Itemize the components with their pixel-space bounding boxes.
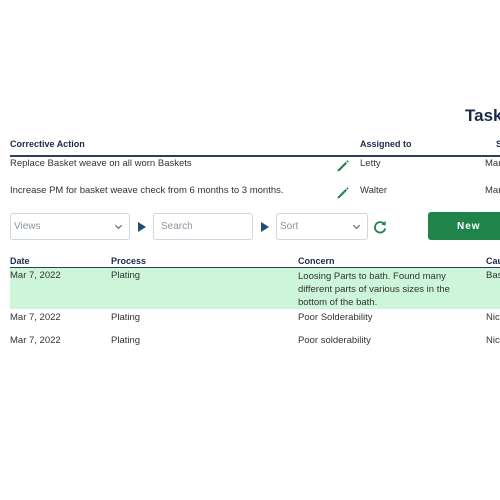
cause-cell: Nic: [486, 312, 500, 323]
sort-select[interactable]: Sort: [276, 213, 368, 240]
corrective-action-text: Increase PM for basket weave check from …: [10, 185, 284, 196]
table-row[interactable]: Mar 7, 2022 Plating Poor solderability N…: [10, 333, 500, 353]
date-cell: Mar 7, 2022: [10, 270, 61, 281]
column-header-process[interactable]: Process: [111, 256, 146, 266]
refresh-icon[interactable]: [372, 219, 388, 235]
sort-select-value: Sort: [280, 221, 299, 232]
cause-cell: Nic: [486, 335, 500, 346]
corrective-action-header: Corrective Action Assigned to S: [10, 139, 500, 157]
column-header-concern[interactable]: Concern: [298, 256, 335, 266]
chevron-down-icon: [352, 224, 361, 230]
corrective-action-text: Replace Basket weave on all worn Baskets: [10, 158, 192, 169]
concern-cell: Poor Solderability: [298, 312, 373, 323]
column-header-assigned-to[interactable]: Assigned to: [360, 139, 412, 149]
column-header-status[interactable]: S: [496, 139, 500, 149]
views-select-value: Views: [14, 221, 41, 232]
edit-pencil-icon[interactable]: [336, 186, 350, 200]
assigned-to-text: Walter: [360, 185, 388, 196]
concerns-header: Date Process Concern Cau: [10, 255, 500, 269]
column-header-cause[interactable]: Cau: [486, 256, 500, 266]
date-text: Mar: [485, 158, 500, 169]
corrective-action-row[interactable]: Replace Basket weave on all worn Baskets…: [10, 158, 500, 178]
process-cell: Plating: [111, 270, 141, 281]
play-arrow-icon: [261, 222, 269, 232]
play-arrow-icon: [138, 222, 146, 232]
date-text: Mar: [485, 185, 500, 196]
process-cell: Plating: [111, 335, 141, 346]
table-row[interactable]: Mar 7, 2022 Plating Loosing Parts to bat…: [10, 268, 500, 309]
concern-cell: Loosing Parts to bath. Found many differ…: [298, 271, 450, 308]
search-input[interactable]: Search: [153, 213, 253, 240]
edit-pencil-icon[interactable]: [336, 159, 350, 173]
column-header-corrective-action[interactable]: Corrective Action: [10, 139, 85, 149]
assigned-to-text: Letty: [360, 158, 381, 169]
date-cell: Mar 7, 2022: [10, 312, 61, 323]
page-title: Tasks: [465, 106, 500, 125]
date-cell: Mar 7, 2022: [10, 335, 61, 346]
chevron-down-icon: [114, 224, 123, 230]
process-cell: Plating: [111, 312, 141, 323]
concern-cell: Poor solderability: [298, 335, 371, 346]
new-button[interactable]: New: [428, 212, 500, 240]
column-header-date[interactable]: Date: [10, 256, 30, 266]
views-select[interactable]: Views: [10, 213, 130, 240]
cause-cell: Bas: [486, 270, 500, 281]
table-row[interactable]: Mar 7, 2022 Plating Poor Solderability N…: [10, 310, 500, 330]
corrective-action-row[interactable]: Increase PM for basket weave check from …: [10, 185, 500, 205]
